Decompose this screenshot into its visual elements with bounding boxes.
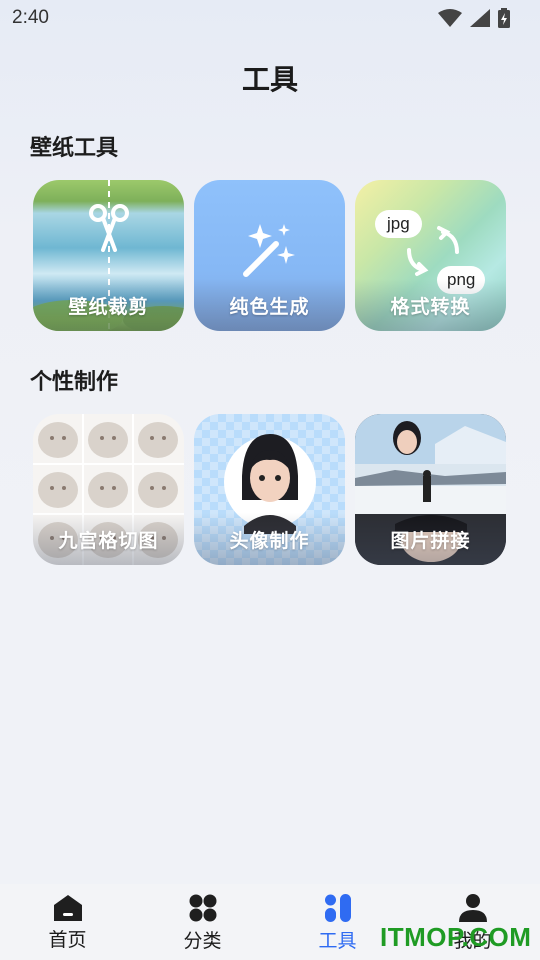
- profile-icon: [458, 893, 487, 922]
- page-title: 工具: [241, 63, 298, 96]
- card-label: 九宫格切图: [33, 513, 184, 565]
- tab-category[interactable]: 分类: [135, 894, 270, 953]
- status-bar: 2:40: [0, 0, 540, 36]
- card-label: 壁纸裁剪: [33, 279, 184, 331]
- tools-icon: [324, 893, 351, 922]
- format-convert-icon: [407, 226, 459, 276]
- personal-creation-grid: 九宫格切图 头像制作 图片拼接: [33, 414, 506, 565]
- tab-home[interactable]: 首页: [0, 894, 135, 952]
- format-convert-card[interactable]: jpg png 格式转换: [355, 180, 506, 331]
- image-stitch-card[interactable]: 图片拼接: [355, 414, 506, 565]
- section-title-wallpaper-tools: 壁纸工具: [30, 136, 119, 161]
- scissors-icon: [89, 204, 129, 252]
- wallpaper-crop-card[interactable]: 壁纸裁剪: [33, 180, 184, 331]
- category-icon: [189, 894, 216, 921]
- cellular-signal-icon: [470, 9, 490, 27]
- card-label: 头像制作: [194, 513, 345, 565]
- status-time: 2:40: [12, 7, 49, 28]
- watermark: ITMOP.COM: [380, 922, 532, 952]
- wallpaper-tools-grid: 壁纸裁剪 纯色生成 jpg png 格式转换: [33, 180, 506, 331]
- section-title-personal-creation: 个性制作: [30, 370, 119, 395]
- card-label: 格式转换: [355, 279, 506, 331]
- avatar-maker-card[interactable]: 头像制作: [194, 414, 345, 565]
- home-icon: [53, 894, 82, 921]
- magic-wand-icon: [243, 224, 295, 277]
- battery-icon: [498, 8, 510, 28]
- solid-color-card[interactable]: 纯色生成: [194, 180, 345, 331]
- card-label: 纯色生成: [194, 279, 345, 331]
- nine-grid-cut-card[interactable]: 九宫格切图: [33, 414, 184, 565]
- status-icons: [438, 8, 510, 28]
- wifi-icon: [438, 9, 462, 27]
- tab-home-label: 首页: [48, 928, 87, 951]
- card-label: 图片拼接: [355, 513, 506, 565]
- tab-category-label: 分类: [183, 929, 222, 952]
- tab-tools-label: 工具: [318, 929, 357, 952]
